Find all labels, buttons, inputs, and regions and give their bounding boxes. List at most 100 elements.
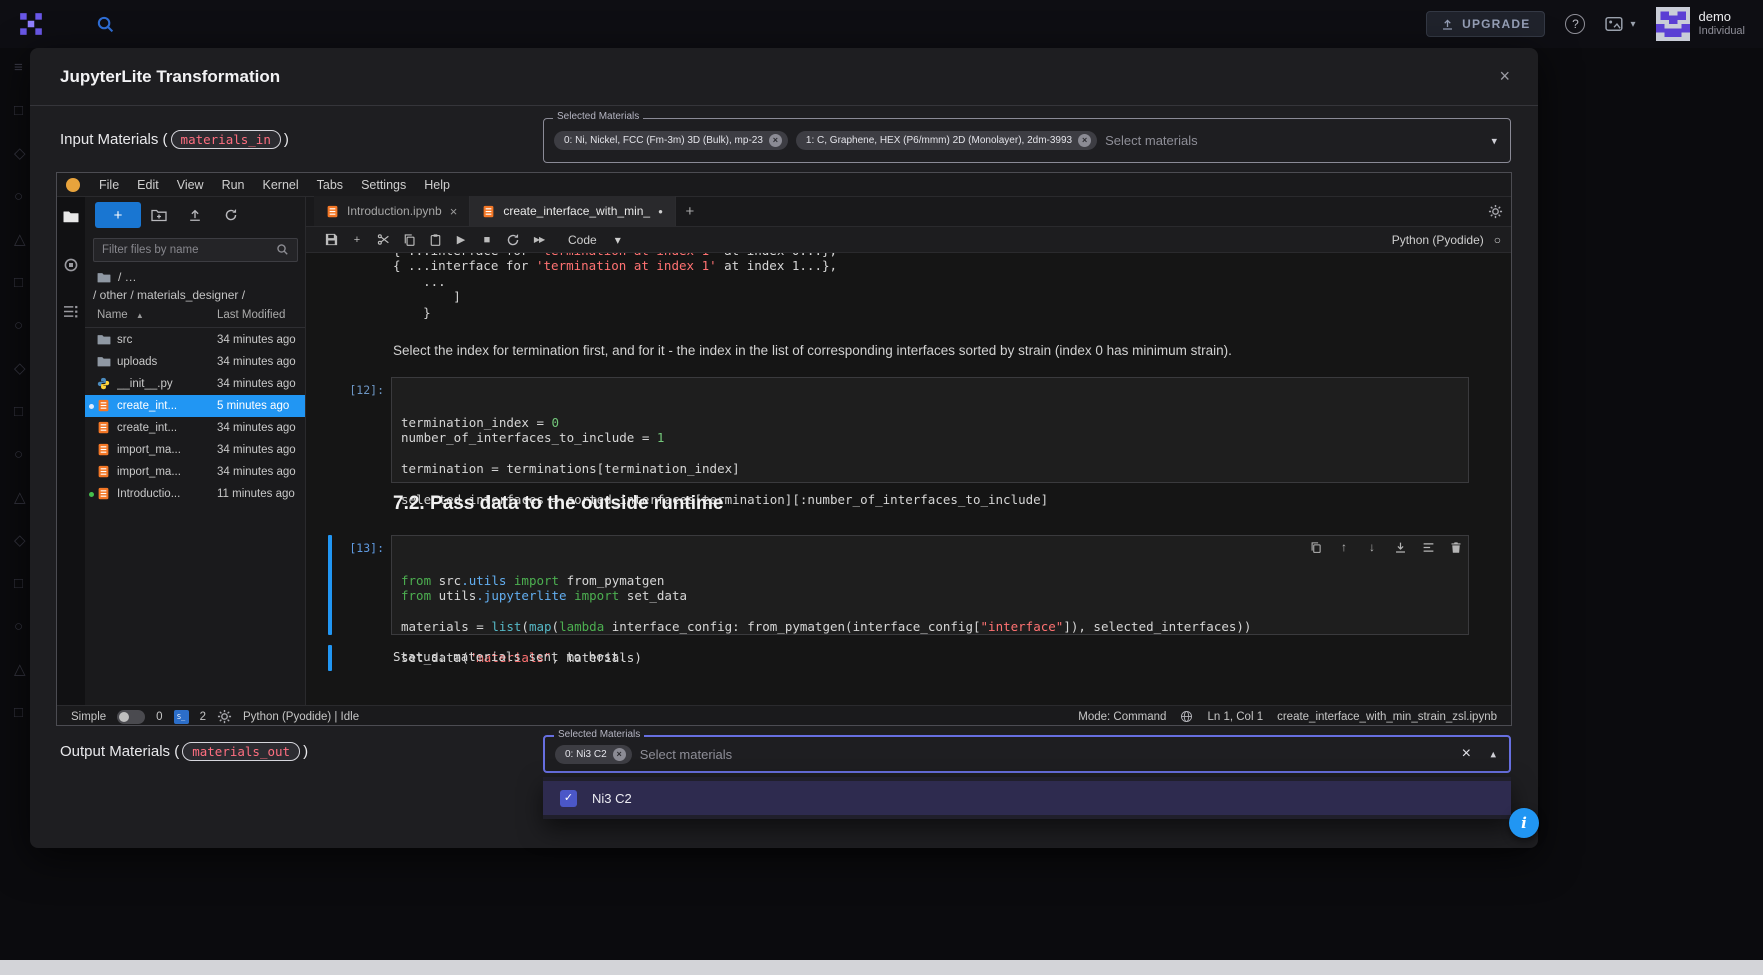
- code-token: { ...interface for: [393, 258, 536, 273]
- file-row[interactable]: import_ma...34 minutes ago: [85, 461, 305, 483]
- move-cell-up-icon[interactable]: ↑: [1337, 540, 1351, 554]
- notebook-tab-0[interactable]: Introduction.ipynb×: [314, 196, 470, 226]
- user-names: demo Individual: [1699, 9, 1745, 39]
- status-gear-icon[interactable]: [217, 709, 232, 724]
- upgrade-button[interactable]: UPGRADE: [1426, 11, 1545, 37]
- menu-help[interactable]: Help: [415, 178, 459, 192]
- cursor-position[interactable]: Ln 1, Col 1: [1207, 711, 1263, 723]
- workspace-switcher[interactable]: ▾: [1605, 16, 1635, 33]
- file-browser-tab-icon[interactable]: [63, 209, 79, 225]
- code-line: from src.utils import from_pymatgen: [401, 573, 1459, 588]
- cut-cells-icon[interactable]: [370, 233, 396, 246]
- menu-run[interactable]: Run: [213, 178, 254, 192]
- gear-icon[interactable]: [1488, 204, 1503, 219]
- code-cell-12[interactable]: termination_index = 0number_of_interface…: [391, 377, 1469, 483]
- notebook-content[interactable]: { ...interface for 'termination at index…: [306, 253, 1512, 705]
- save-icon[interactable]: [318, 232, 344, 247]
- file-row[interactable]: uploads34 minutes ago: [85, 351, 305, 373]
- column-last-modified[interactable]: Last Modified: [217, 309, 285, 321]
- insert-cell-icon[interactable]: +: [344, 234, 370, 246]
- chip-remove-icon[interactable]: ×: [1078, 134, 1091, 147]
- mode-indicator[interactable]: Mode: Command: [1078, 711, 1166, 723]
- close-icon[interactable]: ×: [1499, 66, 1510, 87]
- kernel-count[interactable]: 0: [156, 711, 162, 723]
- chevron-down-icon[interactable]: ▾: [1491, 134, 1497, 147]
- file-row[interactable]: create_int...5 minutes ago: [85, 395, 305, 417]
- output-materials-select[interactable]: Selected Materials 0: Ni3 C2× Select mat…: [543, 735, 1511, 773]
- simple-mode-toggle[interactable]: [117, 710, 145, 724]
- file-row[interactable]: import_ma...34 minutes ago: [85, 439, 305, 461]
- menu-edit[interactable]: Edit: [128, 178, 168, 192]
- restart-kernel-icon[interactable]: [500, 233, 526, 247]
- file-modified: 34 minutes ago: [217, 422, 296, 434]
- cell-type-dropdown[interactable]: Code ▾: [568, 233, 621, 247]
- kernel-status[interactable]: Python (Pyodide) | Idle: [243, 711, 359, 723]
- breadcrumb-path[interactable]: / other / materials_designer /: [93, 288, 245, 302]
- restart-run-all-icon[interactable]: ▶▶: [526, 235, 552, 244]
- code-token: "interface": [981, 619, 1064, 634]
- copy-cells-icon[interactable]: [396, 233, 422, 247]
- brand-logo-icon[interactable]: [18, 11, 44, 37]
- background-sidebar-icon: ◇: [14, 361, 26, 376]
- user-menu[interactable]: demo Individual: [1656, 7, 1745, 41]
- kernel-name[interactable]: Python (Pyodide): [1392, 233, 1484, 247]
- menu-view[interactable]: View: [168, 178, 213, 192]
- column-name[interactable]: Name ▲: [97, 309, 144, 321]
- globe-icon[interactable]: [1180, 710, 1193, 723]
- menu-file[interactable]: File: [90, 178, 128, 192]
- input-materials-label: Input Materials ( materials_in ): [60, 126, 289, 152]
- background-sidebar-icon: □: [14, 275, 23, 290]
- code-token: ]), selected_interfaces)): [1063, 619, 1251, 634]
- running-sessions-icon[interactable]: [63, 257, 79, 273]
- new-tab-icon[interactable]: +: [676, 196, 704, 226]
- clear-selection-icon[interactable]: ×: [1462, 745, 1471, 763]
- menu-tabs[interactable]: Tabs: [308, 178, 352, 192]
- paste-cells-icon[interactable]: [422, 233, 448, 247]
- duplicate-cell-icon[interactable]: [1309, 540, 1323, 554]
- breadcrumb[interactable]: / …: [97, 270, 137, 284]
- dropdown-option[interactable]: ✓Ni3 C2: [543, 781, 1511, 815]
- interrupt-kernel-icon[interactable]: ■: [474, 234, 500, 246]
- new-folder-icon[interactable]: [141, 208, 177, 222]
- file-row[interactable]: __init__.py34 minutes ago: [85, 373, 305, 395]
- tab-label: create_interface_with_min_: [503, 204, 650, 218]
- move-cell-down-icon[interactable]: ↓: [1365, 540, 1379, 554]
- chevron-up-icon[interactable]: ▴: [1490, 748, 1496, 761]
- menubar-items: FileEditViewRunKernelTabsSettingsHelp: [90, 178, 459, 192]
- menu-settings[interactable]: Settings: [352, 178, 415, 192]
- file-modified: 34 minutes ago: [217, 356, 296, 368]
- file-modified: 34 minutes ago: [217, 444, 296, 456]
- file-row[interactable]: src34 minutes ago: [85, 329, 305, 351]
- search-icon[interactable]: [96, 15, 115, 34]
- background-sidebar-icon: ◇: [14, 533, 26, 548]
- notebook-tab-1[interactable]: create_interface_with_min_●: [470, 196, 676, 226]
- insert-cell-below-icon[interactable]: [1393, 540, 1407, 554]
- table-of-contents-icon[interactable]: [63, 305, 79, 321]
- code-token: list: [491, 619, 521, 634]
- format-cell-icon[interactable]: [1421, 540, 1435, 554]
- file-row[interactable]: create_int...34 minutes ago: [85, 417, 305, 439]
- upload-icon[interactable]: [177, 208, 213, 222]
- run-cell-icon[interactable]: ▶: [448, 233, 474, 246]
- chip-remove-icon[interactable]: ×: [613, 748, 626, 761]
- help-button[interactable]: ?: [1565, 14, 1585, 34]
- code-line: [401, 604, 1459, 619]
- checkbox-icon[interactable]: ✓: [560, 790, 577, 807]
- code-token: interface_config: from_pymatgen(interfac…: [604, 619, 980, 634]
- info-button[interactable]: i: [1509, 808, 1539, 838]
- markdown-cell[interactable]: Select the index for termination first, …: [393, 343, 1453, 358]
- file-name: Introductio...: [117, 488, 180, 500]
- tab-close-icon[interactable]: ×: [450, 204, 458, 219]
- file-row[interactable]: Introductio...11 minutes ago: [85, 483, 305, 505]
- input-materials-select[interactable]: Selected Materials 0: Ni, Nickel, FCC (F…: [543, 118, 1511, 163]
- menu-kernel[interactable]: Kernel: [254, 178, 308, 192]
- code-cell-13[interactable]: from src.utils import from_pymatgenfrom …: [391, 535, 1469, 635]
- new-launcher-button[interactable]: +: [95, 202, 141, 228]
- chip-remove-icon[interactable]: ×: [769, 134, 782, 147]
- session-count[interactable]: 2: [200, 711, 206, 723]
- folder-file-icon: [97, 355, 111, 369]
- delete-cell-icon[interactable]: [1449, 540, 1463, 554]
- chevron-down-icon: ▾: [1630, 19, 1635, 30]
- filter-files-input[interactable]: [93, 238, 298, 262]
- refresh-icon[interactable]: [213, 208, 249, 222]
